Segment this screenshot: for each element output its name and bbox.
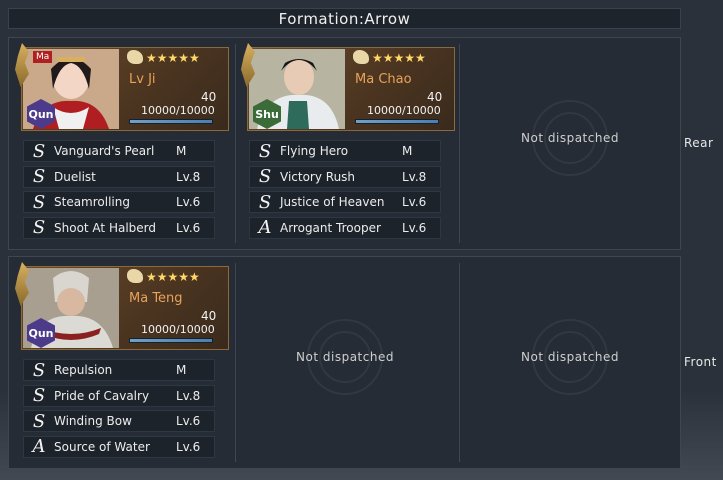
horse-icon	[353, 50, 369, 64]
skill-level: Lv.8	[402, 169, 427, 184]
skill-grade: S	[32, 217, 46, 239]
skill-name: Pride of Cavalry	[54, 388, 150, 403]
skill-name: Shoot At Halberd	[54, 220, 156, 235]
skill-level: Lv.6	[176, 439, 201, 454]
skill-grade: S	[32, 385, 46, 407]
troop-fill	[356, 120, 438, 123]
troop-fill	[130, 120, 212, 123]
skill-level: M	[176, 144, 187, 158]
skill-row[interactable]: S Steamrolling Lv.6	[23, 191, 215, 214]
skill-row[interactable]: S Shoot At Halberd Lv.6	[23, 216, 215, 239]
skill-row[interactable]: S Flying Hero M	[249, 140, 441, 162]
skill-list-ma-teng: S Repulsion M S Pride of Cavalry Lv.8 S …	[23, 359, 215, 461]
row-label-rear: Rear	[684, 136, 714, 150]
skill-grade: S	[32, 166, 46, 188]
skill-level: Lv.6	[402, 195, 427, 210]
hero-troops: 10000/10000	[141, 104, 215, 117]
skill-row[interactable]: S Pride of Cavalry Lv.8	[23, 384, 215, 407]
hero-troops: 10000/10000	[141, 323, 215, 336]
skill-name: Vanguard's Pearl	[54, 144, 155, 158]
skill-row[interactable]: A Source of Water Lv.6	[23, 435, 215, 458]
formation-title-text: Formation:Arrow	[278, 9, 411, 28]
not-dispatched-label: Not dispatched	[296, 350, 394, 364]
horse-icon	[127, 269, 143, 283]
skill-row[interactable]: A Arrogant Trooper Lv.6	[249, 216, 441, 239]
empty-slot-front-2[interactable]: Not dispatched	[235, 257, 455, 457]
skill-grade: A	[32, 436, 46, 458]
skill-name: Duelist	[54, 169, 96, 184]
skill-row[interactable]: S Winding Bow Lv.6	[23, 410, 215, 433]
skill-grade: S	[258, 191, 272, 213]
star-rating: ★★★★★	[146, 271, 200, 283]
skill-grade: A	[258, 217, 272, 239]
troop-bar	[129, 119, 213, 124]
skill-grade: S	[258, 140, 272, 162]
skill-grade: S	[32, 140, 46, 162]
troop-fill	[130, 339, 212, 342]
hero-troops: 10000/10000	[367, 104, 441, 117]
skill-list-ma-chao: S Flying Hero M S Victory Rush Lv.8 S Ju…	[249, 140, 441, 242]
faction-label: Qun	[28, 326, 54, 340]
horse-icon	[127, 50, 143, 64]
hero-name: Ma Teng	[129, 291, 183, 306]
empty-slot-rear-3[interactable]: Not dispatched	[460, 38, 680, 238]
rear-row-panel: Ma ★★★★★ Lv Ji 40 10000/10000 Qun S Vang…	[8, 37, 681, 250]
skill-level: M	[176, 363, 187, 377]
faction-label: Shu	[255, 107, 279, 121]
skill-level: M	[402, 144, 413, 158]
hero-level: 40	[201, 90, 217, 104]
skill-name: Arrogant Trooper	[280, 220, 381, 235]
skill-grade: S	[32, 359, 46, 381]
skill-name: Winding Bow	[54, 414, 132, 429]
ma-badge: Ma	[33, 51, 53, 63]
skill-row[interactable]: S Vanguard's Pearl M	[23, 140, 215, 162]
skill-level: Lv.6	[402, 220, 427, 235]
stars-icon: ★★★★★	[146, 51, 200, 65]
skill-row[interactable]: S Victory Rush Lv.8	[249, 165, 441, 188]
skill-level: Lv.8	[176, 388, 201, 403]
skill-level: Lv.6	[176, 414, 201, 429]
not-dispatched-label: Not dispatched	[521, 350, 619, 364]
skill-grade: S	[258, 166, 272, 188]
skill-row[interactable]: S Repulsion M	[23, 359, 215, 381]
troop-bar	[129, 338, 213, 343]
skill-name: Repulsion	[54, 363, 113, 377]
skill-name: Flying Hero	[280, 144, 349, 158]
skill-name: Justice of Heaven	[280, 195, 385, 210]
faction-label: Qun	[28, 107, 54, 121]
hero-name: Lv Ji	[129, 72, 156, 87]
skill-level: Lv.6	[176, 195, 201, 210]
skill-list-lv-ji: S Vanguard's Pearl M S Duelist Lv.8 S St…	[23, 140, 215, 242]
formation-title: Formation:Arrow	[8, 8, 681, 29]
star-rating: ★★★★★	[146, 52, 200, 64]
skill-name: Source of Water	[54, 439, 150, 454]
skill-name: Victory Rush	[280, 169, 356, 184]
hero-level: 40	[427, 90, 443, 104]
skill-grade: S	[32, 191, 46, 213]
skill-row[interactable]: S Justice of Heaven Lv.6	[249, 191, 441, 214]
star-rating: ★★★★★	[372, 52, 426, 64]
hero-card-ma-chao[interactable]: ★★★★★ Ma Chao 40 10000/10000 Shu	[241, 43, 455, 131]
front-row-panel: ★★★★★ Ma Teng 40 10000/10000 Qun S Repul…	[8, 256, 681, 469]
skill-name: Steamrolling	[54, 195, 130, 210]
skill-level: Lv.8	[176, 169, 201, 184]
hero-card-ma-teng[interactable]: ★★★★★ Ma Teng 40 10000/10000 Qun	[15, 262, 229, 350]
row-label-front: Front	[684, 355, 717, 369]
skill-row[interactable]: S Duelist Lv.8	[23, 165, 215, 188]
empty-slot-front-3[interactable]: Not dispatched	[460, 257, 680, 457]
stars-icon: ★★★★★	[372, 51, 426, 65]
skill-grade: S	[32, 410, 46, 432]
slot-divider	[235, 44, 236, 243]
skill-level: Lv.6	[176, 220, 201, 235]
hero-level: 40	[201, 309, 217, 323]
troop-bar	[355, 119, 439, 124]
hero-name: Ma Chao	[355, 72, 412, 87]
hero-card-lv-ji[interactable]: Ma ★★★★★ Lv Ji 40 10000/10000 Qun	[15, 43, 229, 131]
stars-icon: ★★★★★	[146, 270, 200, 284]
not-dispatched-label: Not dispatched	[521, 131, 619, 145]
